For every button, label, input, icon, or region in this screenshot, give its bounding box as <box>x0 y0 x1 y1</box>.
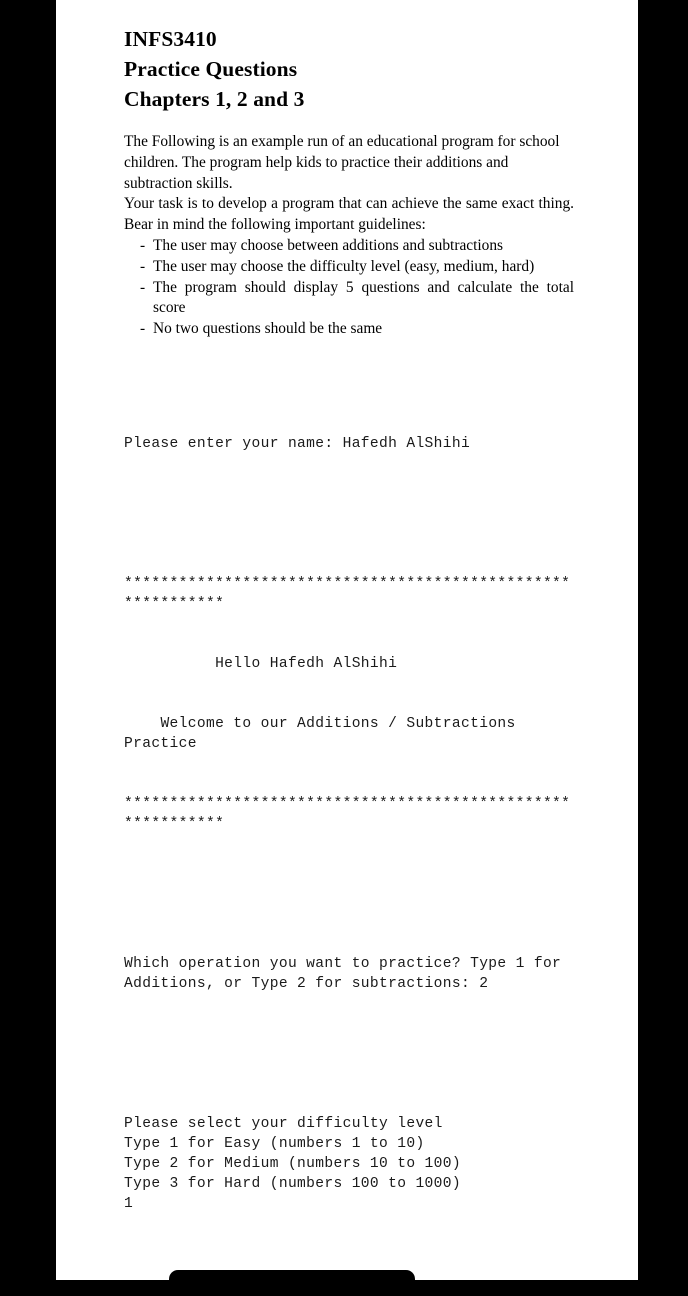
console-transcript: Please enter your name: Hafedh AlShihi *… <box>124 374 572 1280</box>
console-top-spacer <box>56 340 638 374</box>
guideline-text: The program should display 5 questions a… <box>153 278 574 317</box>
console-operation-prompt: Which operation you want to practice? Ty… <box>124 955 571 992</box>
title-line-course: INFS3410 <box>124 27 217 51</box>
list-item: - The program should display 5 questions… <box>140 278 574 320</box>
bullet-dash-icon: - <box>140 320 146 338</box>
list-item: - The user may choose the difficulty lev… <box>140 257 574 278</box>
title-line-subject: Practice Questions <box>124 57 298 81</box>
bullet-dash-icon: - <box>140 278 146 296</box>
list-item: - The user may choose between additions … <box>140 236 574 257</box>
guideline-text: The user may choose the difficulty level… <box>153 257 535 275</box>
letterbox-band-right <box>638 0 688 1280</box>
console-greeting: Hello Hafedh AlShihi <box>124 655 398 672</box>
console-blank <box>124 1034 572 1054</box>
console-banner-rule-top: ****************************************… <box>124 575 571 612</box>
console-blank <box>124 874 572 894</box>
title-spacer <box>56 114 638 132</box>
letterbox-band-left <box>0 0 56 1280</box>
page-title: INFS3410 Practice Questions Chapters 1, … <box>56 24 638 114</box>
bullet-dash-icon: - <box>140 236 146 254</box>
console-welcome: Welcome to our Additions / Subtractions … <box>124 715 525 752</box>
guidelines-list: - The user may choose between additions … <box>124 236 574 340</box>
console-difficulty-prompt: Please select your difficulty level Type… <box>124 1115 461 1212</box>
intro-section: The Following is an example run of an ed… <box>124 132 574 340</box>
title-line-chapters: Chapters 1, 2 and 3 <box>124 87 305 111</box>
document-page: INFS3410 Practice Questions Chapters 1, … <box>56 0 638 1280</box>
guideline-text: No two questions should be the same <box>153 320 383 338</box>
home-indicator-bar <box>169 1270 415 1296</box>
console-banner-rule-bottom: ****************************************… <box>124 795 571 832</box>
intro-paragraph-1: The Following is an example run of an ed… <box>124 133 560 192</box>
guideline-text: The user may choose between additions an… <box>153 236 504 254</box>
list-item: - No two questions should be the same <box>140 319 574 340</box>
console-blank <box>124 494 572 514</box>
bullet-dash-icon: - <box>140 257 146 275</box>
intro-paragraph-2: Your task is to develop a program that c… <box>124 195 574 234</box>
console-name-prompt: Please enter your name: Hafedh AlShihi <box>124 435 471 452</box>
